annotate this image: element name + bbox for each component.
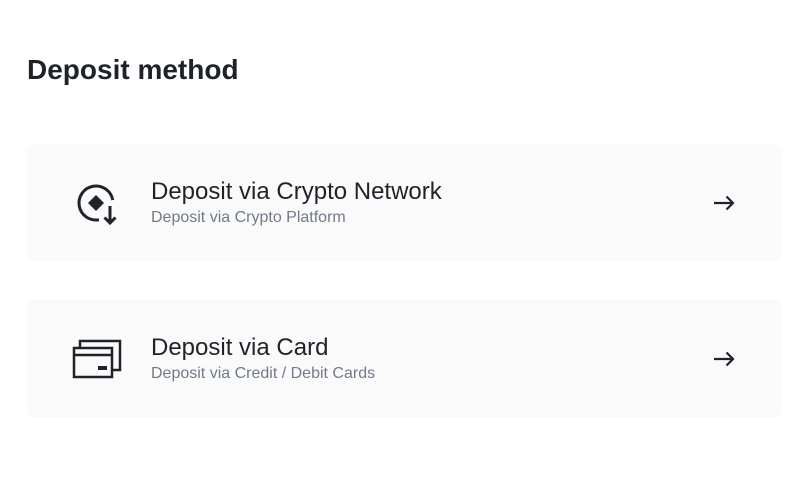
deposit-crypto-network-option[interactable]: Deposit via Crypto Network Deposit via C… <box>27 144 782 262</box>
method-title: Deposit via Card <box>151 334 329 361</box>
method-subtitle: Deposit via Credit / Debit Cards <box>151 365 376 382</box>
method-title: Deposit via Crypto Network <box>151 178 442 205</box>
card-icon <box>72 339 122 379</box>
arrow-right-icon <box>714 351 735 367</box>
deposit-card-option[interactable]: Deposit via Card Deposit via Credit / De… <box>27 300 782 417</box>
page-title: Deposit method <box>27 54 239 85</box>
arrow-right-icon <box>714 195 735 211</box>
crypto-deposit-icon <box>77 184 117 226</box>
method-subtitle: Deposit via Crypto Platform <box>151 209 346 226</box>
